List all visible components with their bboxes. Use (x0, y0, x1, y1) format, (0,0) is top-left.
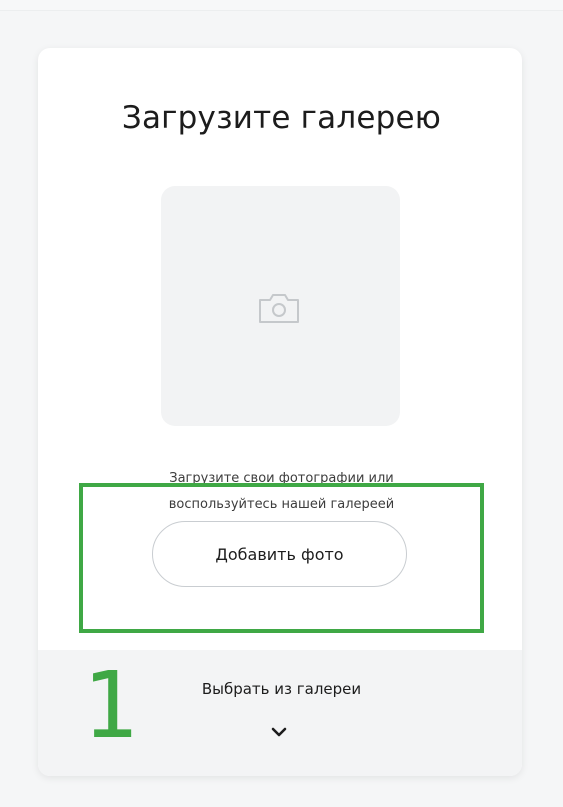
top-strip (0, 0, 563, 11)
card-title: Загрузите галерею (121, 100, 442, 136)
highlight-annotation-box (79, 483, 484, 633)
chevron-down-icon[interactable] (270, 726, 288, 738)
camera-icon (259, 294, 299, 323)
step-number-annotation: 1 (82, 652, 138, 759)
